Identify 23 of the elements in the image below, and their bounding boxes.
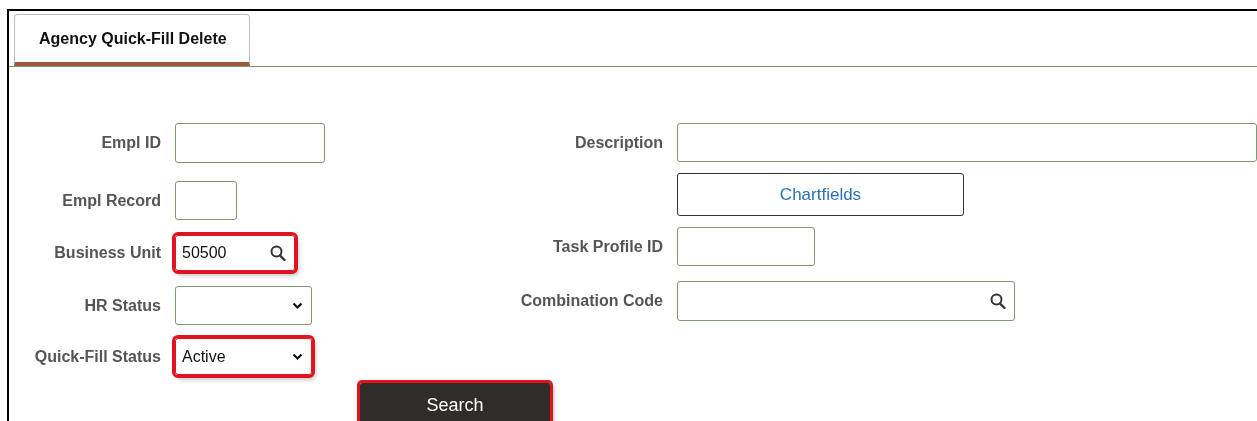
field-label: Empl ID — [100, 134, 161, 152]
search-button[interactable]: Search — [360, 383, 550, 421]
search-icon[interactable] — [990, 292, 1006, 310]
chevron-down-icon — [292, 352, 303, 361]
field-label: Combination Code — [519, 292, 663, 310]
field-label: HR Status — [83, 296, 161, 315]
field-label: Task Profile ID — [552, 237, 663, 256]
input-field[interactable] — [175, 123, 325, 163]
field-label: Business Unit — [53, 244, 161, 262]
dropdown-field[interactable]: Active — [175, 338, 312, 375]
lookup-field[interactable] — [677, 281, 1015, 321]
input-field[interactable] — [677, 227, 815, 266]
tab[interactable]: Agency Quick-Fill Delete — [14, 14, 250, 66]
input-field[interactable] — [175, 181, 237, 220]
field-label: Empl Record — [61, 191, 161, 210]
lookup-field[interactable]: 50500 — [175, 235, 295, 271]
search-icon[interactable] — [270, 244, 286, 262]
chevron-down-icon — [292, 301, 303, 310]
chartfields-button[interactable]: Chartfields — [677, 173, 964, 216]
field-label: Quick-Fill Status — [33, 347, 161, 366]
input-field[interactable] — [677, 123, 1257, 162]
dropdown-field[interactable] — [175, 286, 312, 325]
field-label: Description — [574, 133, 663, 152]
